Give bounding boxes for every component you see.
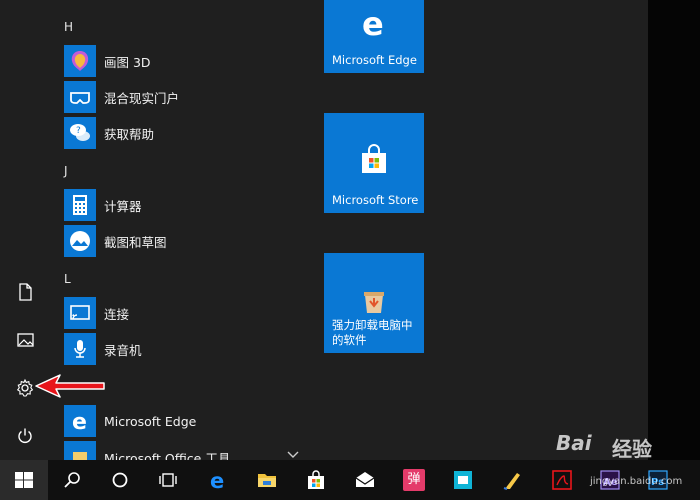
pictures-icon [17, 333, 34, 347]
app-label: 获取帮助 [104, 126, 155, 142]
desktop-background [648, 0, 700, 460]
danmaku-app-icon: 弹 [403, 469, 425, 491]
store-icon [357, 143, 391, 177]
app-calculator[interactable]: 计算器 [64, 188, 304, 222]
app-label: 计算器 [104, 198, 142, 214]
app-connect[interactable]: 连接 [64, 296, 304, 330]
edge-icon: e [64, 405, 96, 437]
app-label: 混合现实门户 [104, 90, 180, 106]
search-icon [64, 472, 80, 488]
watermark-suffix: 经验 [612, 437, 652, 461]
mail-icon [355, 472, 375, 487]
svg-text:e: e [362, 6, 384, 40]
task-view-icon [159, 473, 177, 487]
taskbar-danmaku-app[interactable]: 弹 [390, 460, 438, 500]
taskbar-app-2[interactable] [488, 460, 536, 500]
app-snip-and-sketch[interactable]: 截图和草图 [64, 224, 304, 258]
calculator-icon [64, 189, 96, 221]
edge-icon: e [357, 6, 391, 40]
taskbar-mail[interactable] [341, 460, 389, 500]
search-button[interactable] [48, 460, 96, 500]
watermark-brand: Bai [556, 431, 592, 455]
group-letter-j[interactable]: J [64, 161, 68, 181]
app-label: 截图和草图 [104, 234, 167, 250]
taskbar-file-explorer[interactable] [243, 460, 291, 500]
app-label: 录音机 [104, 342, 142, 358]
windows-start-icon [15, 472, 33, 488]
cortana-icon [112, 472, 128, 488]
app-paint-3d[interactable]: 画图 3D [64, 44, 304, 78]
app-label: Microsoft Edge [104, 413, 197, 429]
acrobat-icon [552, 470, 572, 490]
app-label: 连接 [104, 306, 130, 322]
group-letter-l[interactable]: L [64, 269, 71, 289]
tile-label: Microsoft Edge [332, 53, 417, 67]
group-letter-h[interactable]: H [64, 17, 73, 37]
annotation-arrow [35, 374, 105, 398]
svg-text:e: e [210, 469, 224, 491]
taskbar-app-1[interactable] [439, 460, 487, 500]
pictures-button[interactable] [0, 316, 50, 364]
svg-text:?: ? [76, 126, 81, 136]
app-microsoft-edge[interactable]: e Microsoft Edge [64, 404, 304, 438]
paint-3d-icon [64, 45, 96, 77]
app-label: 画图 3D [104, 54, 151, 70]
tile-microsoft-edge[interactable]: e Microsoft Edge [324, 0, 424, 73]
app-icon [503, 473, 520, 490]
edge-icon: e [210, 469, 224, 491]
connect-icon [64, 297, 96, 329]
app-get-help[interactable]: ? 获取帮助 [64, 116, 304, 150]
danmaku-label: 弹 [407, 472, 421, 487]
get-help-icon: ? [64, 117, 96, 149]
tile-label: Microsoft Store [332, 193, 419, 207]
svg-text:e: e [72, 410, 87, 434]
app-voice-recorder[interactable]: 录音机 [64, 332, 304, 366]
taskbar-store[interactable] [292, 460, 340, 500]
cortana-button[interactable] [96, 460, 144, 500]
task-view-button[interactable] [144, 460, 192, 500]
documents-button[interactable] [0, 268, 50, 316]
power-icon [18, 428, 32, 443]
tile-microsoft-store[interactable]: Microsoft Store [324, 113, 424, 213]
voice-recorder-icon [64, 333, 96, 365]
power-button[interactable] [0, 412, 50, 460]
chevron-down-icon[interactable] [287, 451, 299, 459]
taskbar-edge[interactable]: e [195, 460, 243, 500]
taskbar-acrobat[interactable] [538, 460, 586, 500]
tile-uninstaller[interactable]: 强力卸载电脑中的软件 [324, 253, 424, 353]
uninstall-icon [357, 283, 391, 317]
start-menu: H 画图 3D 混合现实门户 ? 获取帮助 J 计算器 截图和草图 L 连接 录… [0, 0, 648, 473]
settings-icon [16, 378, 34, 397]
start-button[interactable] [0, 460, 48, 500]
store-icon [308, 470, 324, 489]
document-icon [19, 283, 32, 301]
watermark-url: jingyan.baidu.com [590, 476, 683, 487]
file-explorer-icon [258, 474, 276, 487]
app-icon [454, 471, 472, 489]
tile-label: 强力卸载电脑中的软件 [332, 318, 413, 347]
mixed-reality-icon [64, 81, 96, 113]
app-mixed-reality-portal[interactable]: 混合现实门户 [64, 80, 304, 114]
snip-sketch-icon [64, 225, 96, 257]
